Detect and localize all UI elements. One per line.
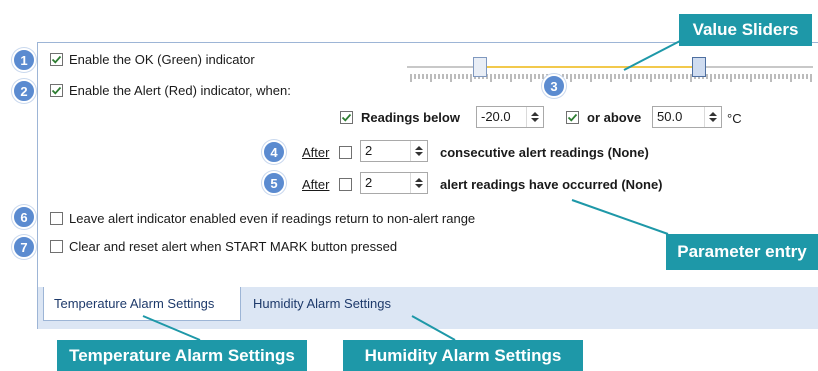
spin-arrows[interactable] [526, 107, 543, 127]
badge-7: 7 [12, 235, 36, 259]
leave-alert-label: Leave alert indicator enabled even if re… [69, 211, 476, 226]
or-above-value: 50.0 [657, 109, 683, 124]
readings-below-value: -20.0 [481, 109, 511, 124]
or-above-checkbox[interactable] [566, 111, 579, 124]
spin-down-icon[interactable] [531, 118, 539, 122]
clear-reset-option[interactable]: Clear and reset alert when START MARK bu… [50, 239, 397, 254]
or-above-label: or above [587, 110, 642, 125]
callout-temperature-tab: Temperature Alarm Settings [57, 340, 307, 371]
badge-2: 2 [12, 79, 36, 103]
enable-ok-option[interactable]: Enable the OK (Green) indicator [50, 52, 255, 67]
tab-strip: Temperature Alarm Settings Humidity Alar… [37, 287, 818, 329]
value-slider[interactable] [405, 56, 815, 86]
enable-ok-checkbox[interactable] [50, 53, 63, 66]
readings-below-checkbox[interactable] [340, 111, 353, 124]
checkmark-icon [51, 86, 62, 95]
spin-down-icon[interactable] [415, 152, 423, 156]
after2-label: After [302, 177, 330, 192]
after2-suffix: alert readings have occurred (None) [440, 177, 663, 192]
spin-arrows[interactable] [410, 173, 427, 193]
readings-below-input[interactable]: -20.0 [476, 106, 544, 128]
readings-below-label: Readings below [361, 110, 460, 125]
spin-arrows[interactable] [704, 107, 721, 127]
tab-temperature[interactable]: Temperature Alarm Settings [43, 287, 241, 321]
after1-input[interactable]: 2 [360, 140, 428, 162]
callout-parameter-entry: Parameter entry [666, 234, 818, 270]
badge-5: 5 [262, 171, 286, 195]
spin-arrows[interactable] [410, 141, 427, 161]
leave-alert-checkbox[interactable] [50, 212, 63, 225]
checkmark-icon [567, 113, 578, 122]
after1-checkbox[interactable] [339, 146, 352, 159]
slider-thumb-low[interactable] [473, 57, 487, 77]
spin-up-icon[interactable] [415, 146, 423, 150]
after1-suffix: consecutive alert readings (None) [440, 145, 649, 160]
spin-down-icon[interactable] [415, 184, 423, 188]
readings-below-option[interactable]: Readings below [340, 110, 460, 125]
after2-input[interactable]: 2 [360, 172, 428, 194]
or-above-input[interactable]: 50.0 [652, 106, 722, 128]
checkmark-icon [51, 55, 62, 64]
clear-reset-label: Clear and reset alert when START MARK bu… [69, 239, 398, 254]
clear-reset-checkbox[interactable] [50, 240, 63, 253]
badge-1: 1 [12, 48, 36, 72]
slider-track [407, 66, 813, 82]
after2-checkbox[interactable] [339, 178, 352, 191]
enable-alert-label: Enable the Alert (Red) indicator, when: [69, 83, 291, 98]
enable-alert-checkbox[interactable] [50, 84, 63, 97]
callout-humidity-tab: Humidity Alarm Settings [343, 340, 583, 371]
unit-label: °C [727, 111, 742, 126]
after1-label: After [302, 145, 330, 160]
badge-3: 3 [542, 74, 566, 98]
badge-4: 4 [262, 140, 286, 164]
or-above-option[interactable]: or above [566, 110, 641, 125]
after2-value: 2 [365, 175, 373, 190]
tab-humidity[interactable]: Humidity Alarm Settings [243, 287, 423, 321]
enable-alert-option[interactable]: Enable the Alert (Red) indicator, when: [50, 83, 291, 98]
after1-value: 2 [365, 143, 373, 158]
slider-thumb-high[interactable] [692, 57, 706, 77]
spin-up-icon[interactable] [531, 112, 539, 116]
checkmark-icon [341, 113, 352, 122]
spin-down-icon[interactable] [709, 118, 717, 122]
leave-alert-option[interactable]: Leave alert indicator enabled even if re… [50, 211, 475, 226]
callout-value-sliders: Value Sliders [679, 14, 812, 46]
spin-up-icon[interactable] [415, 178, 423, 182]
enable-ok-label: Enable the OK (Green) indicator [69, 52, 255, 67]
badge-6: 6 [12, 205, 36, 229]
spin-up-icon[interactable] [709, 112, 717, 116]
